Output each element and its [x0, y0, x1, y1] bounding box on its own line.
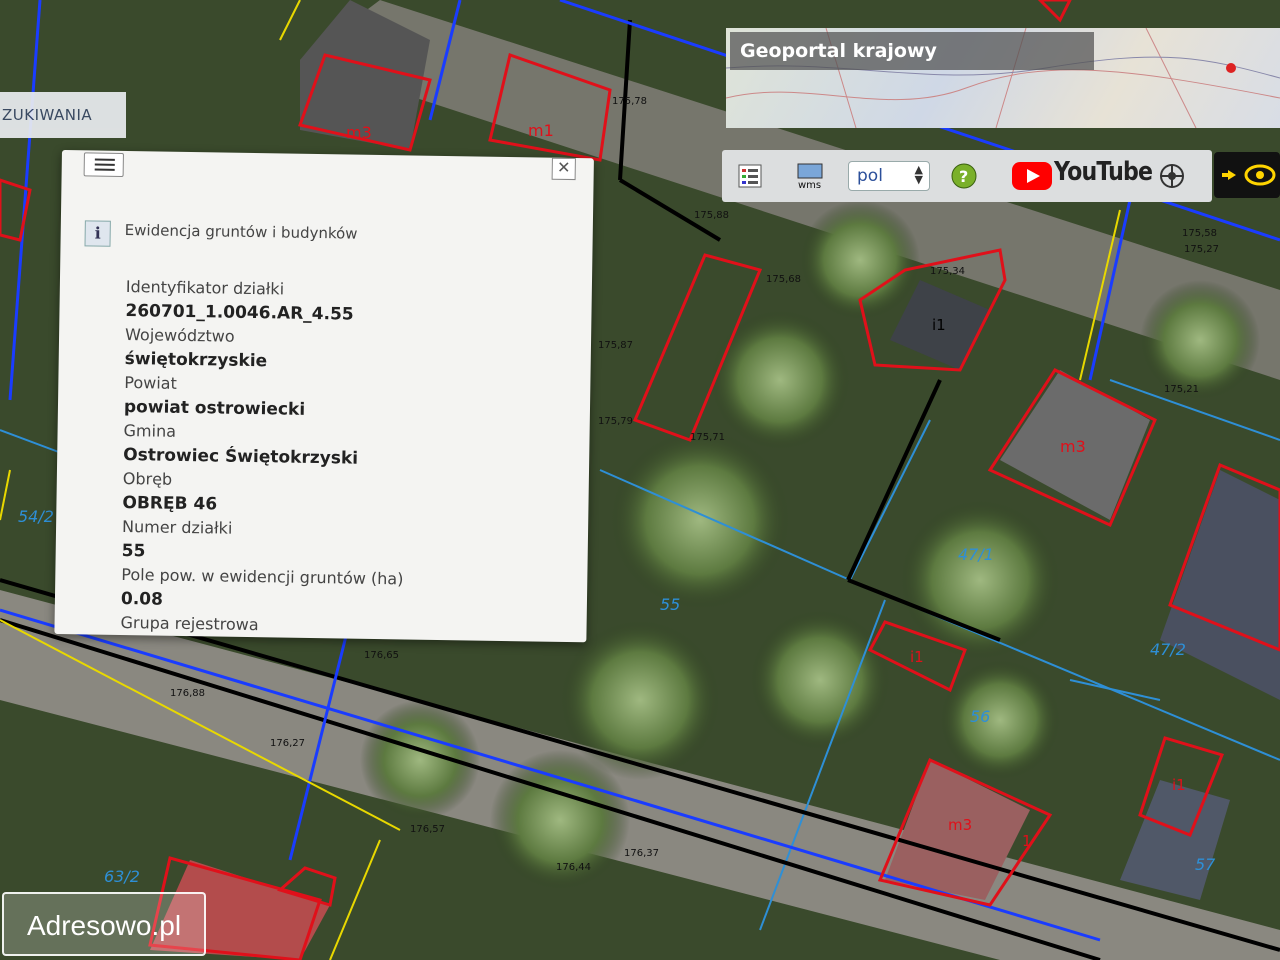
building-label: m3: [346, 123, 372, 142]
svg-text:176,27: 176,27: [270, 738, 305, 749]
list-icon[interactable]: [83, 152, 124, 177]
close-icon[interactable]: ✕: [551, 157, 576, 181]
language-select[interactable]: pol ▲ ▼: [848, 161, 930, 191]
eye-icon: [1222, 164, 1276, 186]
parcel-info-popup: ✕ i Ewidencja gruntów i budynków Identyf…: [54, 150, 594, 643]
legend-icon[interactable]: [734, 160, 766, 192]
svg-text:176,88: 176,88: [170, 688, 205, 699]
svg-text:175,58: 175,58: [1182, 228, 1217, 239]
svg-text:175,71: 175,71: [690, 432, 725, 443]
overview-title: Geoportal krajowy: [730, 32, 1094, 70]
svg-text:175,21: 175,21: [1164, 384, 1199, 395]
parcel-label: 55: [660, 595, 680, 614]
parcel-fields: Identyfikator działki 260701_1.0046.AR_4…: [120, 275, 566, 642]
svg-text:wms: wms: [798, 180, 821, 191]
parcel-label: 56: [970, 707, 990, 726]
location-marker-icon: [1226, 63, 1236, 73]
accessibility-button[interactable]: [1214, 152, 1280, 198]
svg-text:175,87: 175,87: [598, 340, 633, 351]
parcel-label: 57: [1195, 855, 1216, 874]
parcel-label: 54/2: [18, 507, 54, 526]
building-label: m3: [948, 816, 972, 834]
svg-text:176,37: 176,37: [624, 848, 659, 859]
youtube-icon[interactable]: [1012, 158, 1052, 194]
building-label: i1: [910, 648, 924, 666]
help-icon[interactable]: ?: [948, 160, 980, 192]
info-icon: i: [84, 220, 111, 247]
select-arrows-icon: ▲ ▼: [914, 163, 923, 186]
building-label: m1: [528, 121, 554, 140]
svg-text:175,78: 175,78: [612, 96, 647, 107]
parcel-label: 47/1: [958, 545, 994, 564]
svg-text:175,88: 175,88: [694, 210, 729, 221]
building-label: i1: [932, 316, 946, 334]
language-value: pol: [857, 166, 883, 186]
settings-icon[interactable]: [1156, 160, 1188, 192]
svg-text:175,27: 175,27: [1184, 244, 1219, 255]
search-tab-label: ZUKIWANIA: [2, 106, 93, 124]
building-label: m3: [1060, 437, 1086, 456]
popup-title: Ewidencja gruntów i budynków: [124, 220, 358, 243]
building-label: 1: [1022, 832, 1032, 850]
parcel-label: 63/2: [104, 867, 140, 886]
wms-icon[interactable]: wms: [794, 160, 826, 192]
svg-text:176,57: 176,57: [410, 824, 445, 835]
svg-text:175,79: 175,79: [598, 416, 633, 427]
svg-text:175,68: 175,68: [766, 274, 801, 285]
youtube-label[interactable]: YouTube: [1054, 157, 1153, 187]
parcel-label: 47/2: [1150, 640, 1186, 659]
search-tab[interactable]: ZUKIWANIA: [0, 92, 126, 138]
svg-text:?: ?: [959, 167, 968, 186]
building-label: i1: [1172, 776, 1186, 794]
svg-text:176,44: 176,44: [556, 862, 591, 873]
watermark-logo: Adresowo.pl: [2, 892, 206, 956]
svg-text:176,65: 176,65: [364, 650, 399, 661]
svg-text:175,34: 175,34: [930, 266, 965, 277]
